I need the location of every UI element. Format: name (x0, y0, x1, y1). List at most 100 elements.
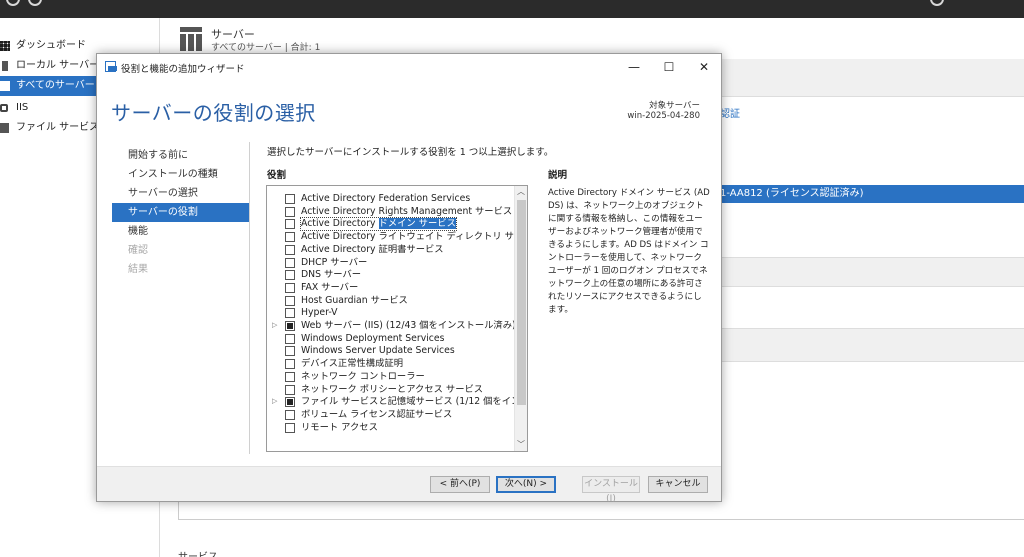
role-item[interactable]: ネットワーク コントローラー (267, 371, 515, 384)
back-arrow-icon[interactable] (6, 0, 20, 6)
role-label[interactable]: Host Guardian サービス (301, 295, 408, 307)
role-item[interactable]: FAX サーバー (267, 282, 515, 295)
role-label[interactable]: ネットワーク ポリシーとアクセス サービス (301, 384, 483, 396)
role-label[interactable]: Active Directory Federation Services (301, 193, 470, 205)
role-checkbox[interactable] (285, 257, 295, 268)
role-label[interactable]: リモート アクセス (301, 422, 378, 434)
role-item[interactable]: ネットワーク ポリシーとアクセス サービス (267, 384, 515, 397)
role-checkbox[interactable] (285, 206, 295, 217)
role-label[interactable]: Windows Deployment Services (301, 333, 444, 345)
role-checkbox[interactable] (285, 346, 295, 357)
all-servers-icon (0, 81, 10, 91)
role-checkbox[interactable] (285, 321, 295, 331)
step-features[interactable]: 機能 (112, 222, 250, 241)
role-label[interactable]: Windows Server Update Services (301, 345, 455, 357)
roles-list[interactable]: Active Directory Federation Services Act… (266, 185, 528, 452)
role-item[interactable]: Host Guardian サービス (267, 295, 515, 308)
role-checkbox[interactable] (285, 295, 295, 306)
role-label[interactable]: Active Directory ライトウェイト ディレクトリ サービス (301, 231, 527, 243)
target-server-label: 対象サーバー (649, 101, 700, 111)
instruction-text: 選択したサーバーにインストールする役割を 1 つ以上選択します。 (267, 147, 554, 158)
divider (249, 142, 250, 454)
wizard-title: 役割と機能の追加ウィザード (121, 64, 245, 75)
role-label[interactable]: Active Directory Rights Management サービス (301, 206, 512, 218)
role-label[interactable]: ボリューム ライセンス認証サービス (301, 409, 452, 421)
role-item[interactable]: DHCP サーバー (267, 257, 515, 270)
role-label[interactable]: DHCP サーバー (301, 257, 367, 269)
role-item[interactable]: デバイス正常性構成証明 (267, 358, 515, 371)
step-server-roles[interactable]: サーバーの役割 (112, 203, 250, 222)
role-checkbox[interactable] (285, 308, 295, 319)
expand-arrow-icon[interactable]: ▷ (272, 397, 277, 405)
role-item[interactable]: ▷ Web サーバー (IIS) (12/43 個をインストール済み) (267, 320, 516, 333)
role-checkbox[interactable] (285, 422, 295, 433)
roles-scrollbar[interactable]: ︿ ﹀ (514, 186, 527, 451)
role-checkbox[interactable] (285, 282, 295, 293)
wizard-footer: < 前へ(P) 次へ(N) > インストール(I) キャンセル (97, 466, 721, 504)
role-checkbox[interactable] (285, 232, 295, 243)
role-label-focused[interactable]: Active Directory ドメイン サービス (300, 217, 457, 232)
role-label[interactable]: ファイル サービスと記憶域サービス (1/12 個をインストール済 (301, 396, 527, 408)
role-checkbox[interactable] (285, 219, 295, 230)
cancel-button[interactable]: キャンセル (648, 476, 708, 493)
page-subtitle: すべてのサーバー | 合計: 1 (211, 43, 321, 53)
scroll-up-icon[interactable]: ︿ (515, 186, 527, 198)
step-installation-type[interactable]: インストールの種類 (112, 165, 250, 184)
table-row[interactable]: 1-AA812 (ライセンス認証済み) (712, 185, 1024, 203)
role-checkbox[interactable] (285, 270, 295, 281)
nav-item-label: IIS (16, 102, 29, 113)
role-checkbox[interactable] (285, 409, 295, 420)
role-checkbox[interactable] (285, 244, 295, 255)
role-item[interactable]: リモート アクセス (267, 422, 515, 435)
refresh-icon[interactable] (930, 0, 944, 6)
step-results: 結果 (128, 264, 148, 275)
role-checkbox[interactable] (285, 359, 295, 370)
role-item[interactable]: ボリューム ライセンス認証サービス (267, 409, 515, 422)
add-roles-wizard-dialog: 役割と機能の追加ウィザード — ☐ ✕ サーバーの役割の選択 対象サーバー wi… (96, 53, 722, 504)
install-button: インストール(I) (582, 476, 640, 504)
panel-section (712, 257, 1024, 287)
maximize-button[interactable]: ☐ (652, 55, 686, 79)
role-item[interactable]: ▷ ファイル サービスと記憶域サービス (1/12 個をインストール済 (267, 396, 527, 409)
role-label[interactable]: Web サーバー (IIS) (12/43 個をインストール済み) (301, 320, 516, 332)
role-label[interactable]: DNS サーバー (301, 269, 361, 281)
column-header-activation[interactable]: 認証 (720, 105, 740, 120)
next-button[interactable]: 次へ(N) > (496, 476, 556, 493)
role-item[interactable]: DNS サーバー (267, 269, 515, 282)
role-item[interactable]: Active Directory Federation Services (267, 193, 515, 206)
servers-header-icon (180, 27, 202, 51)
role-label[interactable]: FAX サーバー (301, 282, 358, 294)
close-button[interactable]: ✕ (687, 55, 721, 79)
scroll-down-icon[interactable]: ﹀ (515, 439, 527, 451)
role-item[interactable]: Hyper-V (267, 307, 515, 320)
role-checkbox[interactable] (285, 194, 295, 204)
role-label[interactable]: ネットワーク コントローラー (301, 371, 425, 383)
wizard-titlebar: 役割と機能の追加ウィザード — ☐ ✕ (97, 54, 721, 80)
step-confirmation: 確認 (128, 245, 148, 256)
role-checkbox[interactable] (285, 384, 295, 395)
back-button[interactable]: < 前へ(P) (430, 476, 490, 493)
step-before-you-begin[interactable]: 開始する前に (112, 146, 250, 165)
role-item[interactable]: Windows Deployment Services (267, 333, 515, 346)
role-item[interactable]: Active Directory ドメイン サービス (267, 217, 515, 232)
role-item[interactable]: Active Directory ライトウェイト ディレクトリ サービス (267, 231, 527, 244)
wizard-heading: サーバーの役割の選択 (111, 101, 316, 125)
role-item[interactable]: Active Directory 証明書サービス (267, 244, 515, 257)
role-item[interactable]: Active Directory Rights Management サービス (267, 206, 515, 219)
description-heading: 説明 (548, 170, 568, 181)
role-checkbox[interactable] (285, 333, 295, 344)
role-checkbox[interactable] (285, 371, 295, 382)
role-label[interactable]: Hyper-V (301, 307, 338, 319)
role-label-prefix: Active Directory (301, 218, 379, 230)
expand-arrow-icon[interactable]: ▷ (272, 321, 277, 329)
role-label[interactable]: Active Directory 証明書サービス (301, 244, 444, 256)
description-text: Active Directory ドメイン サービス (AD DS) は、ネット… (548, 188, 710, 315)
role-checkbox[interactable] (285, 397, 295, 408)
step-server-selection[interactable]: サーバーの選択 (112, 184, 250, 203)
scrollbar-thumb[interactable] (517, 200, 526, 405)
minimize-button[interactable]: — (617, 55, 651, 79)
forward-arrow-icon[interactable] (28, 0, 42, 6)
role-item[interactable]: Windows Server Update Services (267, 345, 515, 358)
iis-icon (0, 104, 8, 112)
role-label[interactable]: デバイス正常性構成証明 (301, 358, 403, 370)
